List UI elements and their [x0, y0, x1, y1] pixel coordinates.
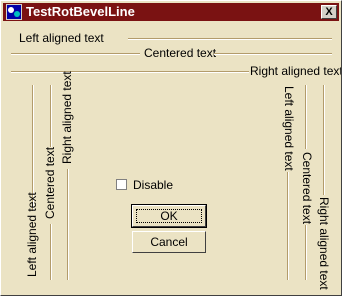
close-button[interactable]: X: [321, 5, 337, 19]
vline-down-center-text: Centered text: [300, 152, 314, 225]
focus-rect: [136, 209, 202, 223]
hline-center-bevel-right: [214, 53, 332, 55]
vline-down-right-bevel: [323, 85, 325, 195]
window-title: TestRotBevelLine: [26, 4, 135, 19]
app-icon: [6, 4, 22, 20]
vline-down-center-bevel-top: [305, 85, 307, 149]
vline-down-left-text: Left aligned text: [282, 86, 296, 171]
disable-label[interactable]: Disable: [133, 178, 173, 192]
vline-up-right-text: Right aligned text: [60, 71, 74, 164]
vline-up-right-bevel: [67, 169, 69, 280]
vline-up-left-text: Left aligned text: [25, 192, 39, 277]
vline-down-right-text: Right aligned text: [317, 197, 331, 290]
hline-center-text: Centered text: [144, 46, 217, 60]
vline-down-left-bevel: [287, 172, 289, 280]
title-bar[interactable]: TestRotBevelLine X: [3, 3, 339, 21]
hline-right-text: Right aligned text: [250, 64, 342, 78]
dialog-window: TestRotBevelLine X Left aligned text Cen…: [0, 0, 342, 296]
client-area: Left aligned text Centered text Right al…: [3, 22, 342, 293]
cancel-label: Cancel: [150, 235, 188, 249]
vline-up-center-bevel-top: [50, 85, 52, 147]
cancel-button[interactable]: Cancel: [132, 231, 206, 253]
checkbox-box[interactable]: [116, 179, 127, 190]
hline-center-bevel-left: [11, 53, 140, 55]
vline-up-center-bevel-bottom: [50, 224, 52, 280]
hline-right-bevel: [11, 71, 249, 73]
ok-button[interactable]: OK: [131, 204, 207, 228]
hline-left-text: Left aligned text: [19, 31, 104, 45]
hline-left-bevel: [128, 38, 332, 40]
vline-down-center-bevel-bottom: [305, 225, 307, 280]
vline-up-center-text: Centered text: [43, 146, 57, 219]
close-icon: X: [325, 6, 333, 18]
